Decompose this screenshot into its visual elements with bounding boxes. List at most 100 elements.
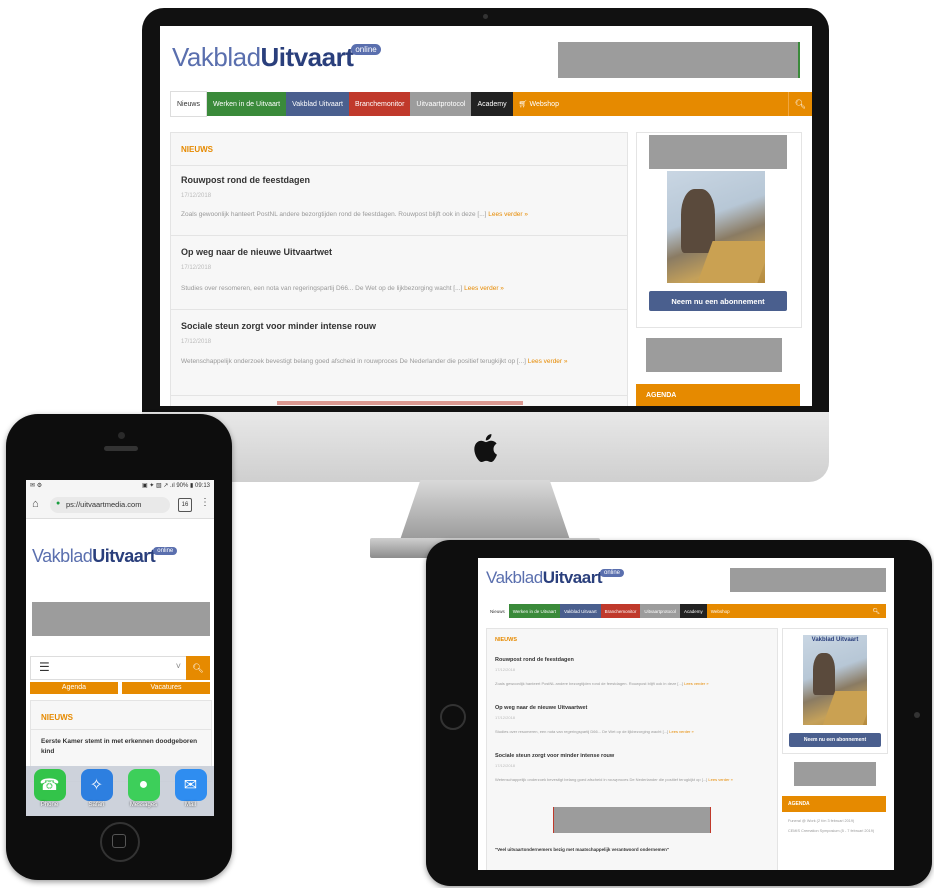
post-title[interactable]: Op weg naar de nieuwe Uitvaartwet bbox=[495, 705, 587, 711]
nav-item-vakblad[interactable]: Vakblad Uitvaart bbox=[559, 604, 601, 618]
post-excerpt: Zoals gewoonlijk hanteert PostNL andere … bbox=[181, 211, 529, 218]
logo-badge: online bbox=[351, 44, 381, 55]
header-banner bbox=[32, 602, 210, 636]
read-more-link[interactable]: Lees verder » bbox=[669, 729, 693, 734]
post-date: 17/12/2018 bbox=[495, 667, 516, 672]
dock-app-mail[interactable]: ✉ Mail bbox=[171, 769, 211, 808]
agenda-item[interactable]: Funeral @ Work (2 t/m 3 februari 2019) bbox=[788, 818, 882, 824]
subscribe-button[interactable]: Neem nu een abonnement bbox=[649, 291, 787, 311]
divider bbox=[171, 235, 627, 236]
nav-item-nieuws[interactable]: Nieuws bbox=[170, 91, 207, 117]
read-more-link[interactable]: Lees verder » bbox=[708, 777, 732, 782]
nav-item-academy[interactable]: Academy bbox=[679, 604, 707, 618]
nav-item-branchemonitor[interactable]: Branchemonitor bbox=[348, 92, 411, 116]
site-logo[interactable]: VakbladUitvaart online bbox=[32, 546, 179, 567]
read-more-link[interactable]: Lees verder » bbox=[488, 211, 528, 218]
news-section-title: NIEUWS bbox=[495, 637, 517, 643]
camera-icon bbox=[118, 432, 125, 439]
post-title[interactable]: Rouwpost rond de feestdagen bbox=[181, 175, 310, 185]
nav-item-werken[interactable]: Werken in de Uitvaart bbox=[508, 604, 560, 618]
nav-item-webshop[interactable]: Webshop bbox=[707, 604, 734, 618]
logo-text-light: Vakblad bbox=[32, 546, 93, 566]
divider bbox=[171, 395, 627, 396]
read-more-link[interactable]: Lees verder » bbox=[464, 285, 504, 292]
search-icon[interactable]: 🔍︎ bbox=[787, 92, 812, 116]
chevron-down-icon: ˅ bbox=[175, 661, 181, 671]
post-excerpt: Zoals gewoonlijk hanteert PostNL andere … bbox=[495, 681, 709, 686]
magazine-cover-image: Vakblad Uitvaart bbox=[803, 635, 867, 725]
divider bbox=[171, 309, 627, 310]
logo-text-light: Vakblad bbox=[486, 568, 543, 587]
agenda-header: AGENDA bbox=[636, 384, 800, 406]
post-title[interactable]: Rouwpost rond de feestdagen bbox=[495, 657, 574, 663]
logo-text-bold: Uitvaart bbox=[92, 546, 156, 566]
nav-item-vakblad[interactable]: Vakblad Uitvaart bbox=[286, 92, 349, 116]
lock-icon: ● bbox=[56, 500, 61, 507]
tab-count-icon[interactable]: 16 bbox=[178, 498, 192, 512]
nav-item-branchemonitor[interactable]: Branchemonitor bbox=[600, 604, 641, 618]
post-title[interactable]: "Veel uitvaartondernemers bezig met maat… bbox=[495, 847, 771, 852]
main-nav: Nieuws Werken in de Uitvaart Vakblad Uit… bbox=[486, 604, 886, 618]
site-logo[interactable]: VakbladUitvaart online bbox=[486, 568, 626, 588]
post-title[interactable]: Eerste Kamer stemt in met erkennen doodg… bbox=[41, 737, 205, 757]
nav-item-werken[interactable]: Werken in de Uitvaart bbox=[206, 92, 287, 116]
news-card: NIEUWS Rouwpost rond de feestdagen 17/12… bbox=[486, 628, 778, 870]
ipad-screen: VakbladUitvaart online Nieuws Werken in d… bbox=[478, 558, 894, 870]
post-date: 17/12/2018 bbox=[181, 339, 212, 345]
ad-banner bbox=[553, 807, 711, 833]
agenda-header: AGENDA bbox=[782, 796, 886, 812]
home-icon[interactable]: ⌂ bbox=[32, 498, 39, 510]
post-excerpt: Wetenschappelijk onderzoek bevestigt bel… bbox=[181, 358, 568, 365]
more-options-icon[interactable]: ⋮ bbox=[200, 497, 210, 508]
ad-banner-edge bbox=[277, 401, 523, 405]
sidebar-ad bbox=[794, 762, 876, 786]
dock-app-phone[interactable]: ☎ Phone bbox=[30, 769, 70, 808]
url-bar[interactable]: ● ps://uitvaartmedia.com bbox=[50, 497, 170, 513]
logo-text-bold: Uitvaart bbox=[542, 568, 603, 587]
search-icon[interactable]: 🔍︎ bbox=[186, 656, 210, 680]
post-excerpt: Studies over resomeren, een nota van reg… bbox=[495, 729, 694, 734]
post-date: 17/12/2018 bbox=[181, 193, 212, 199]
sidebar-ad bbox=[646, 338, 782, 372]
agenda-list: Funeral @ Work (2 t/m 3 februari 2019) C… bbox=[788, 818, 882, 834]
site-logo[interactable]: VakbladUitvaart online bbox=[172, 42, 383, 73]
agenda-item[interactable]: CEMIS Cremation Symposium (5 - 7 februar… bbox=[788, 828, 882, 834]
widget-banner bbox=[649, 135, 787, 169]
news-section-title: NIEUWS bbox=[41, 713, 73, 722]
subscribe-button[interactable]: Neem nu een abonnement bbox=[789, 733, 881, 747]
news-card: NIEUWS Rouwpost rond de feestdagen 17/12… bbox=[170, 132, 628, 406]
camera-icon bbox=[483, 14, 488, 19]
nav-item-uitvaartprotocol[interactable]: Uitvaartprotocol bbox=[410, 92, 472, 116]
nav-item-uitvaartprotocol[interactable]: Uitvaartprotocol bbox=[640, 604, 680, 618]
vacatures-link[interactable]: Vacatures bbox=[122, 682, 210, 694]
agenda-link[interactable]: Agenda bbox=[30, 682, 118, 694]
hamburger-icon: ☰ bbox=[39, 660, 50, 674]
post-title[interactable]: Sociale steun zorgt voor minder intense … bbox=[181, 321, 376, 331]
url-text: ps://uitvaartmedia.com bbox=[66, 500, 142, 509]
dock-app-safari[interactable]: ✧ Safari bbox=[77, 769, 117, 808]
phone-icon: ☎ bbox=[33, 769, 66, 801]
post-title[interactable]: Sociale steun zorgt voor minder intense … bbox=[495, 753, 614, 759]
safari-icon: ✧ bbox=[80, 769, 113, 801]
nav-item-academy[interactable]: Academy bbox=[471, 92, 513, 116]
post-date: 17/12/2018 bbox=[495, 715, 516, 720]
ios-dock: ☎ Phone ✧ Safari ● Messages ✉ Mail bbox=[26, 766, 214, 816]
news-section-title: NIEUWS bbox=[181, 145, 213, 154]
logo-badge: online bbox=[153, 547, 178, 555]
logo-text-bold: Uitvaart bbox=[260, 42, 354, 72]
mobile-menu-select[interactable]: ☰ ˅ bbox=[30, 656, 188, 680]
camera-icon bbox=[914, 712, 920, 718]
search-icon[interactable]: 🔍︎ bbox=[866, 604, 886, 618]
agenda-title: AGENDA bbox=[788, 801, 810, 807]
home-button[interactable] bbox=[440, 704, 466, 730]
read-more-link[interactable]: Lees verder » bbox=[528, 358, 568, 365]
read-more-link[interactable]: Lees verder » bbox=[684, 681, 708, 686]
nav-item-webshop[interactable]: 🛒︎ Webshop bbox=[513, 92, 565, 116]
logo-text-light: Vakblad bbox=[172, 42, 261, 72]
post-title[interactable]: Op weg naar de nieuwe Uitvaartwet bbox=[181, 247, 332, 257]
messages-icon: ● bbox=[127, 769, 160, 801]
nav-item-nieuws[interactable]: Nieuws bbox=[486, 604, 509, 618]
dock-app-messages[interactable]: ● Messages bbox=[124, 769, 164, 808]
status-icons-right: ▣ ✦ ▧ ↗ .ıl 90% ▮ 09:13 bbox=[141, 483, 210, 489]
divider bbox=[31, 729, 211, 730]
